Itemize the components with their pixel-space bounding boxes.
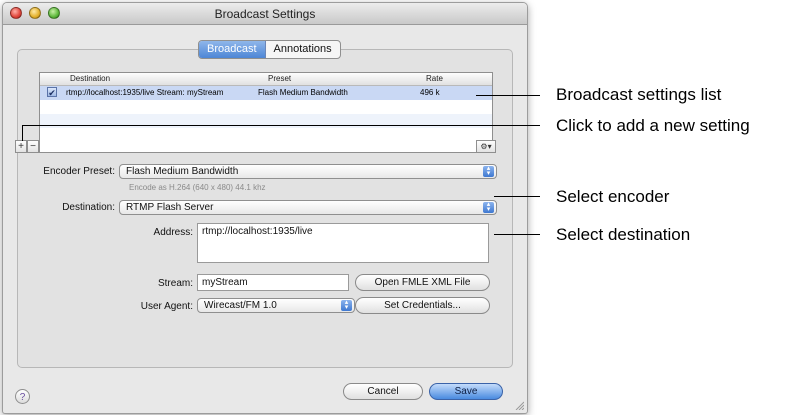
stream-field[interactable]: myStream	[197, 274, 349, 291]
callout-broadcast-settings-list: Broadcast settings list	[556, 85, 722, 104]
user-agent-label: User Agent:	[140, 301, 193, 312]
row-preset: Flash Medium Bandwidth	[258, 88, 348, 97]
broadcast-settings-list[interactable]: Destination Preset Rate ✔ rtmp://localho…	[39, 72, 493, 153]
resize-grip-icon[interactable]	[514, 400, 524, 410]
row-destination: rtmp://localhost:1935/live Stream: myStr…	[66, 88, 224, 97]
window-title: Broadcast Settings	[214, 7, 316, 21]
encoder-preset-select[interactable]: Flash Medium Bandwidth ▴ ▾	[119, 164, 497, 179]
cancel-button[interactable]: Cancel	[343, 383, 423, 400]
address-field[interactable]: rtmp://localhost:1935/live	[197, 223, 489, 263]
destination-select[interactable]: RTMP Flash Server ▴ ▾	[119, 200, 497, 215]
callout-line-destination	[494, 234, 540, 235]
popup-arrows-icon: ▴ ▾	[341, 299, 352, 311]
list-header: Destination Preset Rate	[40, 73, 492, 86]
tab-bar: Broadcast Annotations	[198, 40, 341, 59]
callout-select-destination: Select destination	[556, 225, 691, 244]
set-credentials-button[interactable]: Set Credentials...	[355, 297, 490, 314]
encoder-preset-value: Flash Medium Bandwidth	[126, 166, 239, 177]
list-row-empty	[40, 100, 492, 114]
broadcast-settings-window: Broadcast Settings Broadcast Annotations…	[2, 2, 528, 414]
callout-add-new-setting: Click to add a new setting	[556, 116, 750, 135]
title-bar[interactable]: Broadcast Settings	[3, 3, 527, 25]
remove-setting-button[interactable]: −	[27, 140, 39, 153]
encoder-hint: Encode as H.264 (640 x 480) 44.1 khz	[129, 183, 266, 192]
destination-label: Destination:	[62, 202, 115, 213]
callout-line-encoder	[494, 196, 540, 197]
list-row-empty	[40, 128, 492, 142]
column-preset[interactable]: Preset	[268, 74, 291, 83]
tab-annotations[interactable]: Annotations	[266, 41, 340, 58]
column-destination[interactable]: Destination	[70, 74, 110, 83]
encoder-preset-label: Encoder Preset:	[43, 166, 115, 177]
callout-line-list	[476, 95, 540, 96]
enabled-checkbox[interactable]: ✔	[47, 87, 57, 98]
stream-label: Stream:	[157, 278, 193, 289]
add-setting-button[interactable]: +	[15, 140, 27, 153]
list-row[interactable]: ✔ rtmp://localhost:1935/live Stream: myS…	[40, 86, 492, 100]
callout-line-add-vertical	[22, 125, 23, 141]
address-label: Address:	[153, 227, 193, 238]
row-rate: 496 k	[420, 88, 440, 97]
popup-arrows-icon: ▴ ▾	[483, 165, 494, 177]
callout-select-encoder: Select encoder	[556, 187, 670, 206]
save-button[interactable]: Save	[429, 383, 503, 400]
callout-line-add	[22, 125, 540, 126]
user-agent-value: Wirecast/FM 1.0	[204, 300, 277, 311]
open-fmle-xml-button[interactable]: Open FMLE XML File	[355, 274, 490, 291]
gear-icon[interactable]: ⚙▾	[476, 140, 496, 153]
column-rate[interactable]: Rate	[426, 74, 443, 83]
help-button[interactable]: ?	[15, 389, 30, 404]
popup-arrows-icon: ▴ ▾	[483, 201, 494, 213]
user-agent-select[interactable]: Wirecast/FM 1.0 ▴ ▾	[197, 298, 355, 313]
tab-broadcast[interactable]: Broadcast	[199, 41, 266, 58]
destination-value: RTMP Flash Server	[126, 202, 214, 213]
